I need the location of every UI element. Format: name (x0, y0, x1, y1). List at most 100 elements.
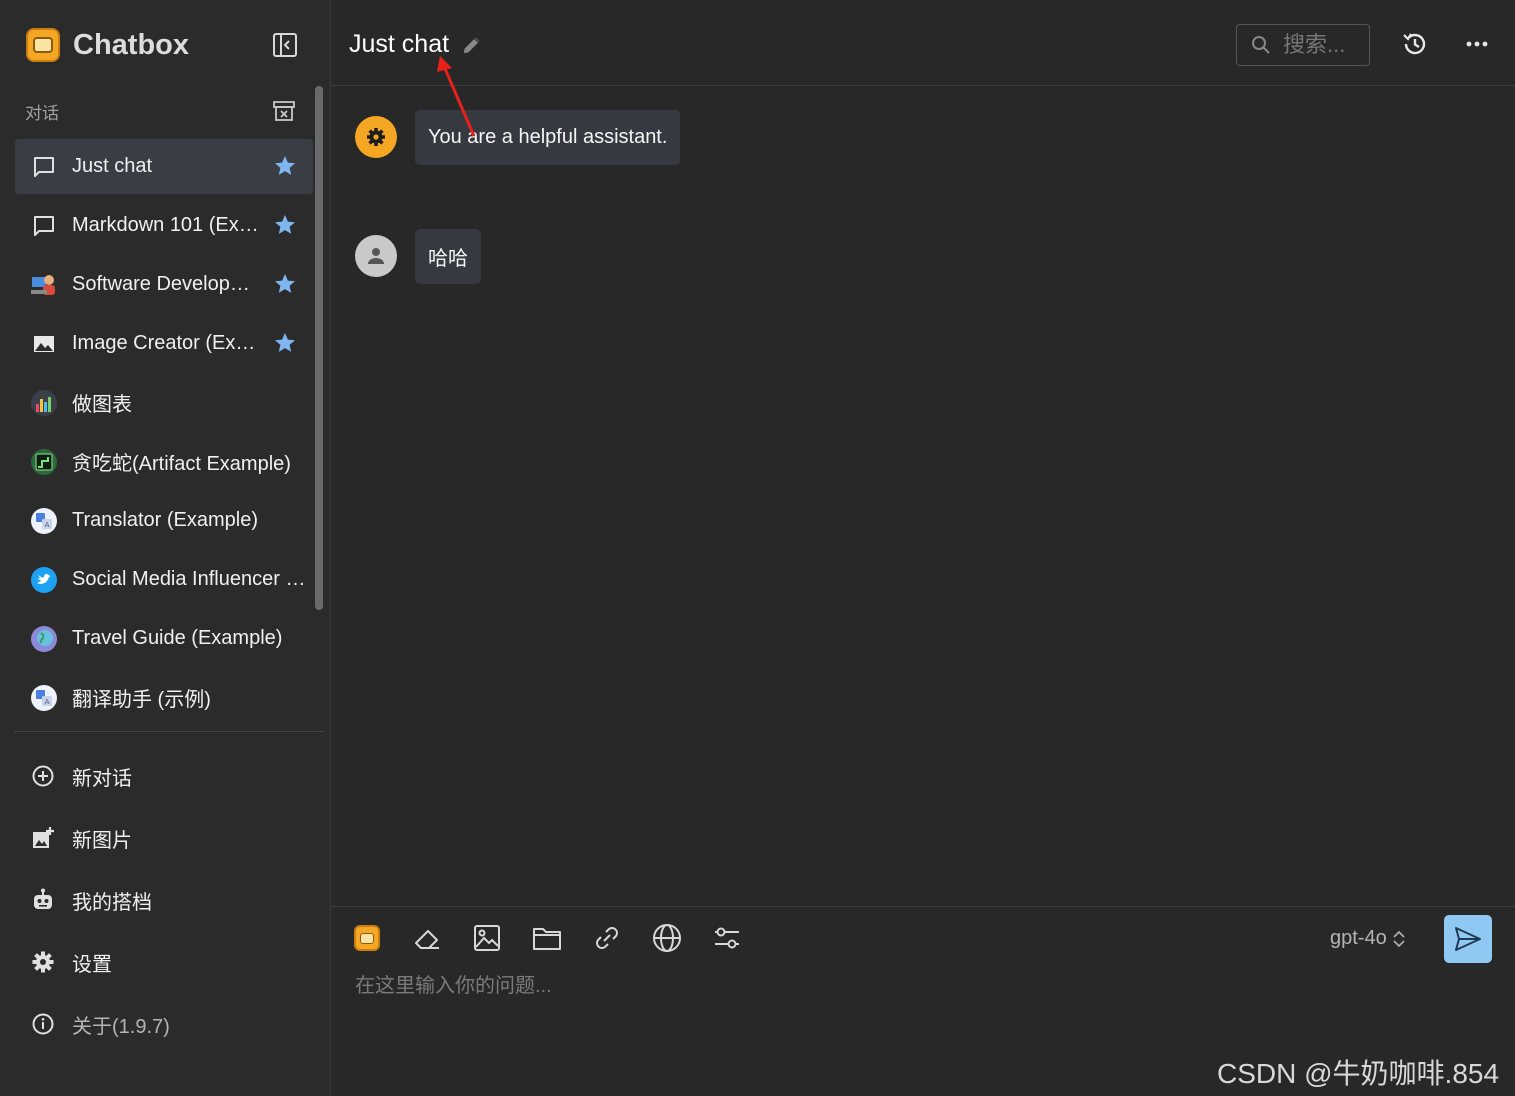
new-image-label: 新图片 (72, 829, 132, 852)
sidebar-menu: 新对话 新图片 我的搭档 设置 关于(1.9.7) (15, 745, 315, 1055)
snake-game-avatar-icon (29, 447, 59, 477)
globe-avatar-icon (29, 624, 59, 654)
conversation-item-translation-assistant[interactable]: A 翻译助手 (示例) (15, 670, 313, 725)
message-bubble: You are a helpful assistant. (415, 110, 681, 165)
new-image-button[interactable]: 新图片 (15, 807, 315, 869)
eraser-icon (415, 930, 439, 949)
developer-avatar-icon (29, 270, 59, 300)
conversation-label: 贪吃蛇(Artifact Example) (72, 453, 291, 475)
conversation-label: 翻译助手 (示例) (72, 689, 211, 711)
search-box[interactable] (1236, 24, 1370, 66)
more-horizontal-icon (1466, 41, 1488, 47)
conversation-label: 做图表 (72, 394, 132, 416)
send-icon (1455, 927, 1481, 951)
system-avatar (355, 116, 397, 158)
conversation-label: Translator (Example) (72, 509, 258, 531)
sidebar-scrollbar[interactable] (315, 86, 323, 610)
conversation-item-make-chart[interactable]: 做图表 (15, 375, 313, 430)
sidebar-collapse-icon (273, 33, 297, 57)
settings-label: 设置 (72, 953, 112, 976)
twitter-avatar-icon (29, 565, 59, 595)
star-icon[interactable] (273, 213, 297, 237)
brand: Chatbox (26, 26, 189, 64)
history-button[interactable] (1399, 28, 1431, 60)
conversation-label: Markdown 101 (Example) (72, 214, 260, 236)
user-avatar (355, 235, 397, 277)
gear-icon (29, 948, 57, 976)
conversations-section-label: 对话 (25, 104, 59, 123)
chat-bubble-icon (29, 211, 59, 241)
chart-avatar-icon (29, 388, 59, 418)
message-bubble: 哈哈 (415, 229, 481, 284)
new-chat-label: 新对话 (72, 767, 132, 790)
image-icon (29, 329, 59, 359)
history-icon (1403, 33, 1426, 55)
conversation-item-snake-game[interactable]: 贪吃蛇(Artifact Example) (15, 434, 313, 489)
chatbox-logo-icon (354, 925, 380, 951)
chat-bubble-icon (29, 152, 59, 182)
about-button[interactable]: 关于(1.9.7) (15, 993, 315, 1055)
conversation-item-translator[interactable]: A Translator (Example) (15, 493, 313, 548)
pencil-edit-icon[interactable] (461, 34, 483, 56)
settings-button[interactable]: 设置 (15, 931, 315, 993)
star-icon[interactable] (273, 154, 297, 178)
my-copilots-label: 我的搭档 (72, 891, 152, 914)
attach-link-button[interactable] (590, 921, 624, 955)
conversation-item-image-creator[interactable]: Image Creator (Example) (15, 316, 313, 371)
collapse-sidebar-button[interactable] (270, 30, 300, 60)
copilot-switch-button[interactable] (350, 921, 384, 955)
plus-circle-icon (29, 762, 57, 790)
chat-settings-button[interactable] (710, 921, 744, 955)
model-selector[interactable]: gpt-4o (1330, 927, 1407, 950)
translator-avatar-icon: A (29, 683, 59, 713)
translator-avatar-icon: A (29, 506, 59, 536)
about-label: 关于(1.9.7) (72, 1015, 170, 1038)
link-icon (596, 927, 618, 949)
send-button[interactable] (1444, 915, 1492, 963)
unfold-icon (1393, 930, 1405, 947)
clear-context-button[interactable] (410, 921, 444, 955)
conversation-label: Social Media Influencer (Example) (72, 568, 308, 590)
star-icon[interactable] (273, 331, 297, 355)
clear-conversations-button[interactable] (270, 97, 298, 125)
folder-icon (533, 928, 561, 950)
conversation-item-social-media[interactable]: Social Media Influencer (Example) (15, 552, 313, 607)
message-system: You are a helpful assistant. (355, 110, 681, 165)
conversation-label: Software Developer (Example) (72, 273, 260, 295)
watermark: CSDN @牛奶咖啡.854 (1217, 1058, 1500, 1089)
svg-text:A: A (45, 698, 50, 706)
search-icon (1252, 36, 1270, 54)
add-photo-icon (29, 824, 57, 852)
globe-icon (653, 924, 681, 952)
chatbox-logo-icon (26, 28, 60, 62)
app-name: Chatbox (73, 28, 189, 61)
more-options-button[interactable] (1461, 28, 1493, 60)
message-input[interactable] (355, 975, 1475, 998)
sidebar: Chatbox 对话 Just chat Markdown 101 (Examp… (0, 0, 331, 1096)
my-copilots-button[interactable]: 我的搭档 (15, 869, 315, 931)
chat-header: Just chat (331, 0, 1515, 86)
image-icon (474, 925, 500, 951)
svg-text:A: A (45, 521, 50, 529)
conversation-label: Image Creator (Example) (72, 332, 260, 354)
model-name: gpt-4o (1330, 927, 1387, 949)
info-icon (29, 1010, 57, 1038)
robot-icon (29, 886, 57, 914)
archive-clear-icon (273, 101, 295, 121)
conversation-label: Travel Guide (Example) (72, 627, 283, 649)
search-input[interactable] (1283, 32, 1363, 58)
conversation-item-just-chat[interactable]: Just chat (15, 139, 313, 194)
person-icon (368, 248, 384, 264)
star-icon[interactable] (273, 272, 297, 296)
page-title: Just chat (349, 30, 450, 58)
conversation-item-markdown[interactable]: Markdown 101 (Example) (15, 198, 313, 253)
sliders-icon (715, 927, 739, 949)
message-user: 哈哈 (355, 229, 481, 284)
web-browsing-button[interactable] (650, 921, 684, 955)
conversation-item-travel-guide[interactable]: Travel Guide (Example) (15, 611, 313, 666)
conversation-item-software-developer[interactable]: Software Developer (Example) (15, 257, 313, 312)
conversation-label: Just chat (72, 155, 153, 177)
new-chat-button[interactable]: 新对话 (15, 745, 315, 807)
attach-file-button[interactable] (530, 921, 564, 955)
attach-image-button[interactable] (470, 921, 504, 955)
